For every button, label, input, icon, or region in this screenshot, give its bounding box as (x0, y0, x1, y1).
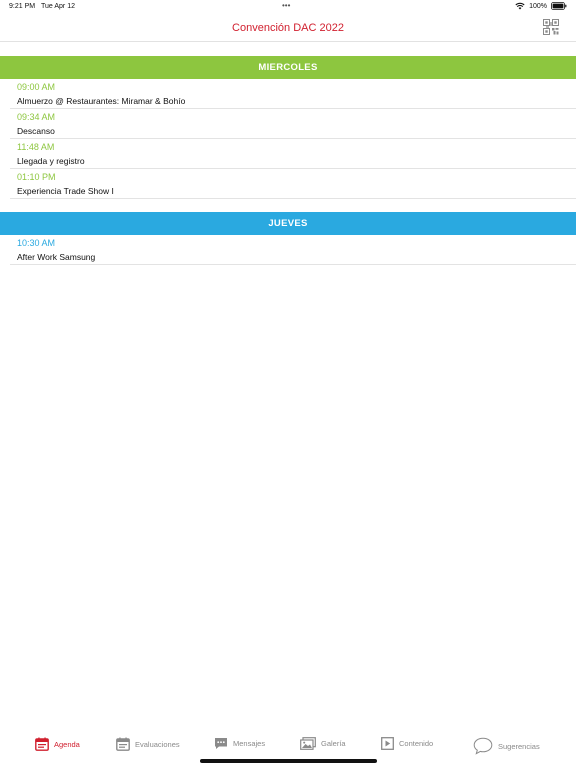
wifi-icon (515, 2, 525, 10)
agenda-item[interactable]: 10:30 AM After Work Samsung (10, 235, 576, 265)
tab-contenido[interactable]: Contenido (381, 737, 433, 750)
qr-code-icon[interactable] (543, 19, 559, 35)
agenda-item-title: Experiencia Trade Show I (17, 186, 114, 196)
speech-bubble-icon (473, 737, 493, 755)
tab-label: Mensajes (233, 739, 266, 748)
tab-evaluaciones[interactable]: Evaluaciones (116, 737, 180, 751)
nav-bar: Convención DAC 2022 (0, 14, 576, 42)
agenda-item-time: 09:00 AM (17, 82, 56, 92)
battery-icon (551, 2, 567, 10)
page-title: Convención DAC 2022 (232, 22, 344, 34)
chat-bubble-icon (215, 738, 227, 749)
tab-label: Sugerencias (498, 741, 540, 751)
agenda-item-title: Almuerzo @ Restaurantes: Miramar & Bohío (17, 96, 186, 106)
agenda-item-time: 10:30 AM (17, 238, 56, 248)
agenda-item-title: After Work Samsung (17, 252, 96, 262)
day-section-miercoles: MIERCOLES 09:00 AM Almuerzo @ Restaurant… (0, 56, 576, 199)
multitasking-dots[interactable]: ••• (282, 1, 290, 10)
calendar-list-icon (35, 737, 49, 751)
agenda-item-title: Descanso (17, 126, 55, 136)
section-header: JUEVES (0, 212, 576, 235)
tab-label: Contenido (399, 739, 434, 748)
agenda-item-time: 11:48 AM (17, 142, 55, 152)
status-right: 100% (515, 2, 567, 10)
gallery-icon (300, 737, 316, 750)
agenda-item[interactable]: 01:10 PM Experiencia Trade Show I (10, 169, 576, 199)
agenda-item-time: 09:34 AM (17, 112, 56, 122)
tab-sugerencias[interactable]: Sugerencias (473, 737, 540, 755)
agenda-item[interactable]: 11:48 AM Llegada y registro (10, 139, 576, 169)
tab-galeria[interactable]: Galería (300, 737, 346, 750)
status-time: 9:21 PM (9, 3, 36, 10)
tab-agenda[interactable]: Agenda (35, 737, 80, 751)
day-section-jueves: JUEVES 10:30 AM After Work Samsung (0, 212, 576, 265)
agenda-item-title: Llegada y registro (17, 156, 85, 166)
section-header: MIERCOLES (0, 56, 576, 79)
agenda-item-time: 01:10 PM (17, 172, 56, 182)
tab-label: Agenda (54, 739, 80, 749)
tab-mensajes[interactable]: Mensajes (214, 737, 265, 750)
tab-label: Evaluaciones (135, 739, 180, 749)
status-bar: 9:21 PM Tue Apr 12 ••• 100% (0, 0, 576, 14)
play-square-icon (381, 737, 394, 750)
agenda-item[interactable]: 09:00 AM Almuerzo @ Restaurantes: Mirama… (10, 79, 576, 109)
status-date: Tue Apr 12 (41, 3, 75, 10)
tab-label: Galería (321, 739, 346, 748)
clipboard-icon (116, 737, 130, 751)
battery-percent: 100% (529, 2, 547, 10)
home-indicator[interactable] (200, 759, 377, 763)
agenda-item[interactable]: 09:34 AM Descanso (10, 109, 576, 139)
